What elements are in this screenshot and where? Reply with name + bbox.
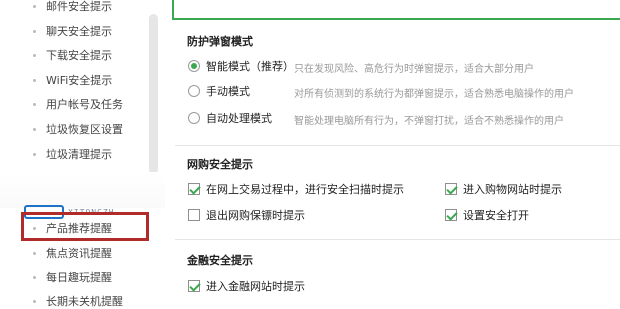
checkbox-label: 在网上交易过程中，进行安全扫描时提示 [206, 183, 404, 196]
radio-button[interactable] [188, 85, 200, 97]
radio-button[interactable] [188, 60, 200, 72]
sidebar-item-label: 下载安全提示 [46, 49, 112, 62]
checkbox-safe-open[interactable]: 设置安全打开 [445, 206, 529, 224]
checkbox-finance-site[interactable]: 进入金融网站时提示 [188, 277, 305, 295]
checkbox[interactable] [188, 209, 200, 221]
sidebar-item-download[interactable]: 下载安全提示 [33, 45, 112, 65]
radio-label: 智能模式（推荐） [206, 60, 294, 73]
section-title-shopping: 网购安全提示 [187, 158, 253, 171]
radio-smart-mode[interactable]: 智能模式（推荐） [188, 57, 294, 75]
bullet-icon [33, 29, 36, 33]
sidebar-item-label: 聊天安全提示 [46, 25, 112, 38]
bullet-icon [33, 127, 36, 131]
settings-sidebar: 邮件安全提示 聊天安全提示 下载安全提示 WiFi安全提示 用户帐号及任务 垃圾… [0, 0, 165, 309]
sidebar-item-label: 垃圾清理提示 [46, 148, 112, 161]
checkbox-shopping-site[interactable]: 进入购物网站时提示 [445, 180, 562, 198]
sidebar-item-mail[interactable]: 邮件安全提示 [33, 0, 112, 16]
checkbox-label: 进入购物网站时提示 [463, 183, 562, 196]
sidebar-item-shutdown[interactable]: 长期未关机提醒 [33, 291, 123, 309]
bullet-icon [33, 53, 36, 57]
bullet-icon [33, 152, 36, 156]
bullet-icon [33, 4, 36, 8]
checkbox-label: 进入金融网站时提示 [206, 280, 305, 293]
checkbox-label: 设置安全打开 [463, 209, 529, 222]
sidebar-item-label: 垃圾恢复区设置 [46, 123, 123, 136]
radio-description: 只在发现风险、高危行为时弹窗提示，适合大部分用户 [294, 64, 534, 75]
sidebar-item-label: 用户帐号及任务 [46, 98, 123, 111]
bullet-icon [33, 299, 36, 303]
checkbox[interactable] [188, 183, 200, 195]
bullet-icon [33, 78, 36, 82]
sidebar-item-label: 邮件安全提示 [46, 0, 112, 13]
checkbox-label: 退出网购保镖时提示 [206, 209, 305, 222]
settings-main: 防护弹窗模式 智能模式（推荐） 只在发现风险、高危行为时弹窗提示，适合大部分用户… [165, 0, 620, 309]
section-divider [175, 239, 620, 240]
radio-manual-mode[interactable]: 手动模式 [188, 82, 250, 100]
sidebar-item-account[interactable]: 用户帐号及任务 [33, 94, 123, 114]
checkbox-trade-scan[interactable]: 在网上交易过程中，进行安全扫描时提示 [188, 180, 404, 198]
bullet-icon [33, 102, 36, 106]
highlight-box [21, 212, 149, 241]
radio-label: 自动处理模式 [206, 112, 272, 125]
section-title-popup-mode: 防护弹窗模式 [187, 35, 253, 48]
radio-description: 智能处理电脑所有行为，不弹窗打扰，适合不熟悉操作的用户 [294, 116, 564, 127]
section-divider [175, 145, 620, 146]
radio-label: 手动模式 [206, 85, 250, 98]
sidebar-item-news[interactable]: 焦点资讯提醒 [33, 243, 112, 263]
checkbox[interactable] [445, 183, 457, 195]
sidebar-item-label: 每日趣玩提醒 [46, 271, 112, 284]
radio-button[interactable] [188, 112, 200, 124]
sidebar-item-label: WiFi安全提示 [46, 74, 113, 87]
previous-section-box [172, 0, 620, 20]
sidebar-item-daily-fun[interactable]: 每日趣玩提醒 [33, 267, 112, 287]
checkbox[interactable] [445, 209, 457, 221]
radio-auto-mode[interactable]: 自动处理模式 [188, 109, 272, 127]
sidebar-item-cleanup[interactable]: 垃圾清理提示 [33, 144, 112, 164]
checkbox-exit-guard[interactable]: 退出网购保镖时提示 [188, 206, 305, 224]
sidebar-item-label: 焦点资讯提醒 [46, 247, 112, 260]
sidebar-item-chat[interactable]: 聊天安全提示 [33, 21, 112, 41]
sidebar-item-wifi[interactable]: WiFi安全提示 [33, 70, 112, 90]
bullet-icon [33, 275, 36, 279]
radio-description: 对所有侦测到的系统行为都弹窗提示，适合熟悉电脑操作的用户 [294, 89, 574, 100]
checkbox[interactable] [188, 280, 200, 292]
sidebar-item-label: 长期未关机提醒 [46, 295, 123, 308]
sidebar-scrollbar[interactable] [149, 14, 158, 174]
section-title-finance: 金融安全提示 [187, 254, 253, 267]
bullet-icon [33, 251, 36, 255]
sidebar-item-recycle[interactable]: 垃圾恢复区设置 [33, 119, 123, 139]
